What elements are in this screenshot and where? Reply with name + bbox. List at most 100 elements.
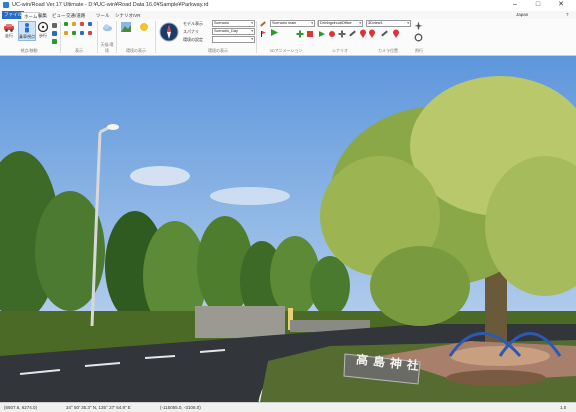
street-lamp-head [107, 124, 119, 130]
view-select-value: 3Dview1 [368, 21, 383, 25]
time-select[interactable]: Scenario_Day ▾ [212, 28, 255, 35]
group-label-weather: 天候/環境 [100, 42, 114, 53]
walk-button[interactable]: 歩行 [36, 21, 50, 39]
tab-scenario[interactable]: シナリオ/VR [113, 12, 143, 19]
map-pin-icon[interactable] [359, 29, 367, 38]
weather-icon [140, 23, 148, 31]
chevron-down-icon: ▾ [251, 29, 253, 33]
3d-viewport[interactable]: 高島神社 [0, 56, 576, 402]
app-icon [3, 2, 9, 8]
env-label: 環境の設定 [183, 37, 203, 42]
tab-traffic[interactable]: 交通/道路 [64, 12, 87, 19]
planter [446, 370, 546, 386]
cloud [130, 166, 190, 186]
map-pin-icon[interactable] [368, 29, 376, 38]
record-icon[interactable] [328, 30, 336, 38]
sky-button[interactable] [137, 21, 151, 33]
bar-chart-icon[interactable] [88, 22, 92, 26]
pencil-icon[interactable] [348, 29, 357, 38]
status-extra: (-115055.0, -3106.0) [160, 405, 201, 410]
bar-chart-icon[interactable] [88, 31, 92, 35]
ribbon-tabs: ファイル ホーム 編集 ビュー 交通/道路 ツール シナリオ/VR Japan … [0, 11, 576, 20]
stop-icon[interactable] [306, 30, 314, 38]
ribbon: 走行 乗車視点 歩行 視点/移動 表示 天候/環境 環境の表示 モデル表示 Sc… [0, 19, 576, 56]
maximize-button[interactable]: □ [530, 0, 546, 10]
terrain-icon [121, 22, 131, 32]
group-label-setting: 環境の表示 [126, 48, 146, 53]
ribbon-separator [256, 21, 257, 53]
ribbon-separator [97, 21, 98, 53]
small-tool-icon[interactable] [52, 31, 57, 36]
plus-icon[interactable] [296, 30, 304, 38]
weather-button[interactable] [100, 22, 114, 33]
model-select[interactable]: Scenario ▾ [212, 20, 255, 27]
minimize-button[interactable]: – [507, 0, 523, 10]
chevron-down-icon: ▾ [251, 21, 253, 25]
walk-button-label: 歩行 [39, 33, 47, 38]
group-label-movement: 視点/移動 [20, 48, 38, 53]
bar-chart-icon[interactable] [72, 22, 76, 26]
play-icon[interactable] [318, 30, 326, 38]
status-zoom: 1.0 [560, 405, 567, 410]
group-label-setting-2: 環境の表示 [208, 48, 228, 53]
scene-render [0, 56, 576, 402]
view-select[interactable]: 3Dview1 ▾ [366, 20, 411, 27]
route-select-value: Scenario main [272, 21, 297, 25]
bar-chart-icon[interactable] [64, 22, 68, 26]
pencil-icon[interactable] [259, 20, 267, 28]
person-icon [25, 23, 29, 33]
scenario-select-value: DrivingcircuitOffice [320, 21, 352, 25]
chevron-down-icon: ▾ [359, 21, 361, 25]
status-coords: (6507.6, 6274.0) [4, 405, 38, 410]
small-tool-icon[interactable] [52, 39, 57, 44]
bar-chart-icon[interactable] [80, 31, 84, 35]
scenario-select[interactable]: DrivingcircuitOffice ▾ [318, 20, 363, 27]
chevron-down-icon: ▾ [311, 21, 313, 25]
ride-button[interactable]: 乗車視点 [18, 21, 36, 41]
steering-wheel-icon [37, 21, 49, 33]
car-icon [4, 24, 14, 32]
play-icon[interactable] [270, 28, 279, 37]
retaining-wall [195, 306, 285, 338]
cloud [210, 187, 290, 205]
ribbon-separator [60, 21, 61, 53]
route-select[interactable]: Scenario main ▾ [270, 20, 315, 27]
window-title: UC-win/Road Ver.17 Ultimate - D:¥UC-win¥… [12, 2, 209, 8]
model-select-value: Scenario [214, 21, 229, 25]
group-label-scenario: シナリオ [332, 48, 348, 53]
language-selector[interactable]: Japan [516, 12, 528, 17]
env-select[interactable]: ▾ [212, 36, 255, 43]
time-label: スパナリ [183, 29, 199, 34]
group-label-display: 表示 [75, 48, 83, 53]
plane-icon[interactable] [414, 21, 423, 30]
bar-chart-icon[interactable] [72, 31, 76, 35]
compass-icon[interactable] [159, 22, 179, 42]
flag-icon[interactable] [259, 30, 267, 38]
small-tool-icon[interactable] [52, 23, 57, 28]
tab-edit[interactable]: 編集 [36, 12, 49, 19]
environment-button[interactable] [119, 21, 133, 33]
time-select-value: Scenario_Day [214, 29, 238, 33]
ride-button-label: 乗車視点 [19, 34, 35, 39]
vehicle-button[interactable]: 走行 [2, 21, 16, 39]
close-button[interactable]: ✕ [553, 0, 569, 10]
group-label-flight: 飛行 [415, 48, 423, 53]
group-label-animation: 3Dアニメーション [269, 48, 303, 53]
gear-icon[interactable] [414, 33, 423, 42]
group-label-camera: カメラ位置 [378, 48, 398, 53]
ribbon-separator [155, 21, 156, 53]
model-label: モデル表示 [183, 21, 203, 26]
chevron-down-icon: ▾ [251, 37, 253, 41]
map-pin-icon[interactable] [392, 29, 400, 38]
plus-icon[interactable] [338, 30, 346, 38]
cloud-icon [102, 24, 112, 32]
vehicle-button-label: 走行 [5, 33, 13, 38]
ribbon-separator [116, 21, 117, 53]
chevron-down-icon: ▾ [407, 21, 409, 25]
status-latlon: 34° 50' 35.3" N, 135° 27' 54.9" E [66, 405, 131, 410]
help-button[interactable]: ? [566, 12, 569, 17]
bar-chart-icon[interactable] [64, 31, 68, 35]
bar-chart-icon[interactable] [80, 22, 84, 26]
pencil-icon[interactable] [380, 29, 389, 38]
tab-tools[interactable]: ツール [94, 12, 112, 19]
